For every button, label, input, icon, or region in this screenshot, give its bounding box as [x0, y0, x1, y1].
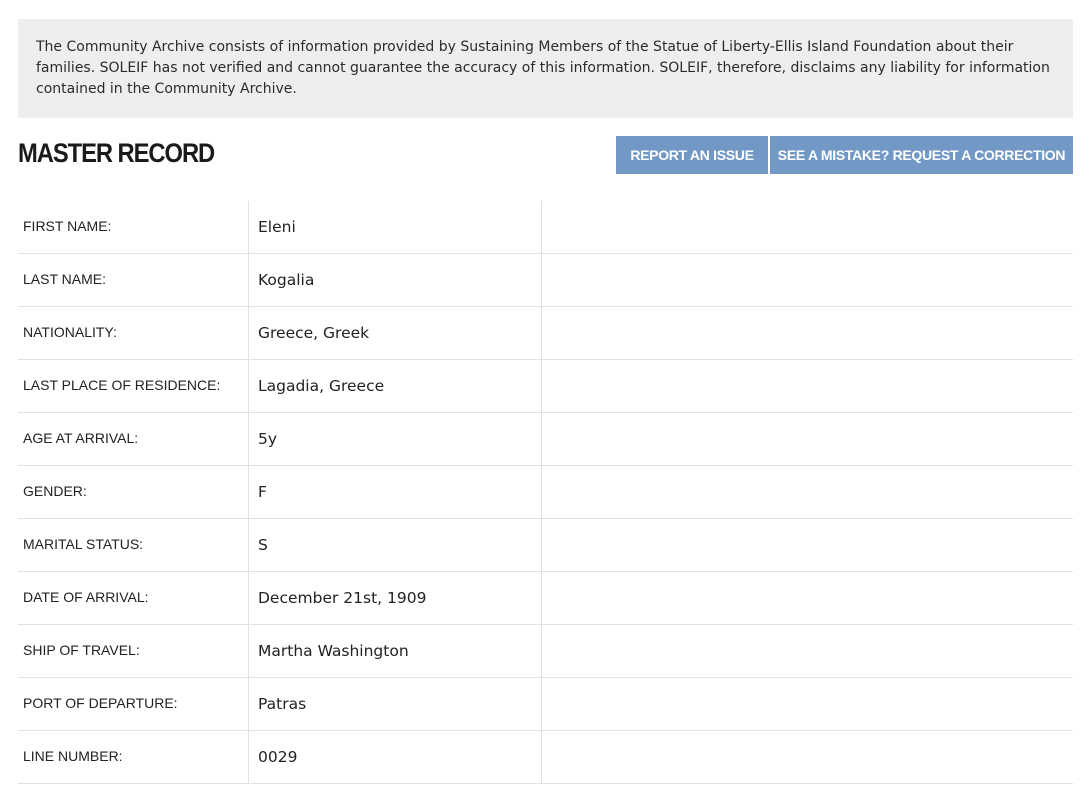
record-row-first-name: FIRST NAME: Eleni [18, 201, 1073, 254]
record-label: LINE NUMBER: [23, 748, 123, 764]
record-value: F [258, 483, 267, 501]
record-row-date-of-arrival: DATE OF ARRIVAL: December 21st, 1909 [18, 572, 1073, 625]
record-label: LAST NAME: [23, 271, 106, 287]
record-row-port-of-departure: PORT OF DEPARTURE: Patras [18, 678, 1073, 731]
record-value: Greece, Greek [258, 324, 370, 342]
record-label: MARITAL STATUS: [23, 536, 144, 552]
record-row-last-residence: LAST PLACE OF RESIDENCE: Lagadia, Greece [18, 360, 1073, 413]
record-value: Lagadia, Greece [258, 377, 385, 395]
report-issue-button[interactable]: REPORT AN ISSUE [616, 136, 768, 174]
record-label: LAST PLACE OF RESIDENCE: [23, 377, 221, 393]
record-label: AGE AT ARRIVAL: [23, 430, 139, 446]
record-value: Kogalia [258, 271, 315, 289]
record-value: Eleni [258, 218, 296, 236]
record-label: FIRST NAME: [23, 218, 112, 234]
record-label: NATIONALITY: [23, 324, 117, 340]
record-value: December 21st, 1909 [258, 589, 427, 607]
disclaimer-notice: The Community Archive consists of inform… [18, 19, 1073, 118]
record-row-age: AGE AT ARRIVAL: 5y [18, 413, 1073, 466]
record-row-last-name: LAST NAME: Kogalia [18, 254, 1073, 307]
disclaimer-text: The Community Archive consists of inform… [36, 39, 1050, 97]
record-value: Martha Washington [258, 642, 409, 660]
record-value: 5y [258, 430, 278, 448]
record-table: FIRST NAME: Eleni LAST NAME: Kogalia NAT… [18, 201, 1073, 784]
request-correction-button[interactable]: SEE A MISTAKE? REQUEST A CORRECTION [770, 136, 1073, 174]
record-value: 0029 [258, 748, 298, 766]
page-title: MASTER RECORD [18, 138, 215, 168]
record-label: GENDER: [23, 483, 87, 499]
record-value: Patras [258, 695, 307, 713]
record-row-ship: SHIP OF TRAVEL: Martha Washington [18, 625, 1073, 678]
record-label: SHIP OF TRAVEL: [23, 642, 140, 658]
record-label: PORT OF DEPARTURE: [23, 695, 178, 711]
record-row-gender: GENDER: F [18, 466, 1073, 519]
record-row-marital-status: MARITAL STATUS: S [18, 519, 1073, 572]
record-row-nationality: NATIONALITY: Greece, Greek [18, 307, 1073, 360]
record-value: S [258, 536, 268, 554]
record-row-line-number: LINE NUMBER: 0029 [18, 731, 1073, 784]
record-label: DATE OF ARRIVAL: [23, 589, 149, 605]
